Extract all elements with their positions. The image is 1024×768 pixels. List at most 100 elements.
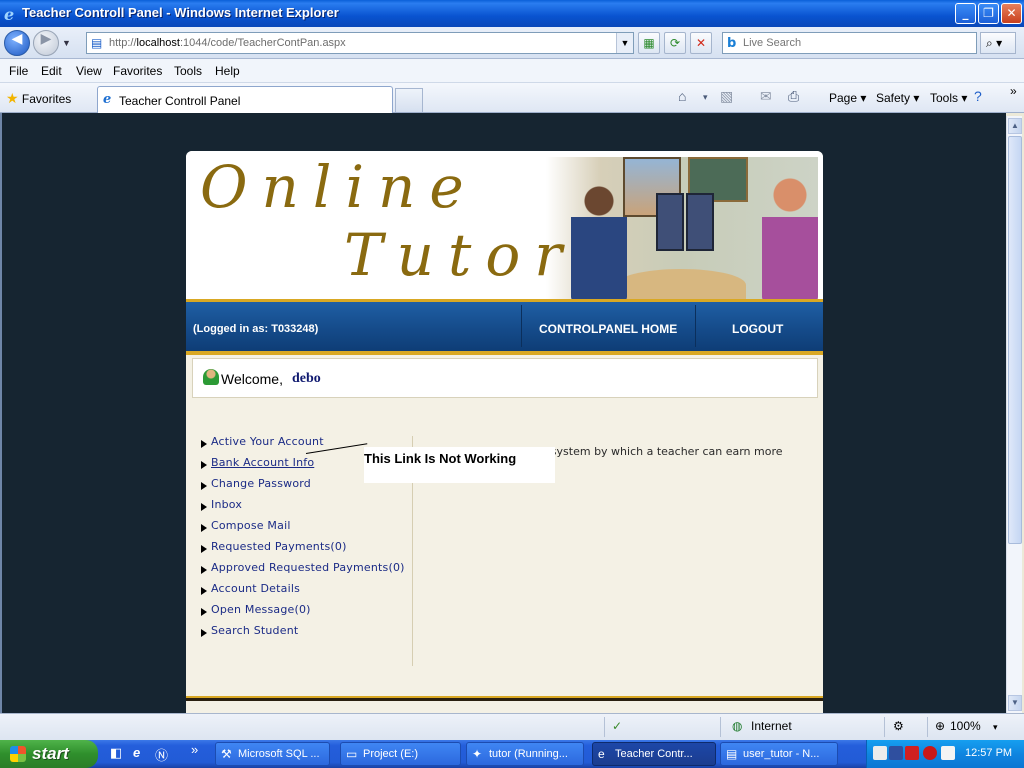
refresh-icon[interactable]: ⟳ [664, 32, 686, 54]
status-bar: ✓ ◍ Internet ⚙ ⊕ 100% ▾ [0, 713, 1024, 740]
print-icon[interactable]: ⎙ [788, 88, 799, 105]
quicklaunch-ie-icon[interactable]: e [133, 745, 140, 760]
feeds-icon[interactable]: ▧ [720, 88, 733, 105]
tray-antivirus-icon[interactable] [905, 746, 919, 760]
zoom-icon[interactable]: ⊕ [935, 719, 945, 733]
back-button[interactable]: ◀ [4, 30, 30, 56]
ie-logo-icon: e [4, 5, 15, 24]
sidebar-item-inbox[interactable]: Inbox [200, 497, 414, 518]
desk-image [616, 269, 746, 301]
history-dropdown-icon[interactable]: ▼ [62, 38, 71, 48]
logout-link[interactable]: LOGOUT [732, 322, 783, 336]
address-dropdown-icon[interactable]: ▼ [616, 33, 633, 53]
search-box[interactable]: b [722, 32, 977, 54]
sidebar-item-account-details[interactable]: Account Details [200, 581, 414, 602]
close-button[interactable]: ✕ [1001, 3, 1022, 24]
windows-logo-icon [10, 746, 26, 762]
status-divider [927, 717, 928, 737]
status-divider [884, 717, 885, 737]
site-container: Online Tutor (Logged in as: T033248) CON… [186, 151, 823, 713]
taskbar-item-project[interactable]: ▭ Project (E:) [340, 742, 461, 766]
sidebar-item-compose-mail[interactable]: Compose Mail [200, 518, 414, 539]
address-toolbar: ◀ ▶ ▼ ▤ http://localhost:1044/code/Teach… [0, 27, 1024, 59]
zoom-dropdown-icon[interactable]: ▾ [993, 722, 998, 733]
star-icon: ★ [6, 90, 19, 106]
compatibility-view-icon[interactable]: ▦ [638, 32, 660, 54]
taskbar-item-user-tutor[interactable]: ▤ user_tutor - N... [720, 742, 838, 766]
search-button[interactable]: ⌕ ▾ [980, 32, 1016, 54]
system-tray: 12:57 PM [866, 740, 1024, 768]
tray-app-icon[interactable] [889, 746, 903, 760]
page-icon: ▤ [91, 36, 103, 50]
home-icon[interactable]: ⌂ [678, 88, 686, 104]
ie-tab-icon: e [103, 92, 112, 107]
menu-edit[interactable]: Edit [41, 64, 62, 78]
bullet-arrow-icon [201, 629, 207, 637]
quicklaunch-desktop-icon[interactable]: ◧ [110, 745, 122, 761]
home-dropdown-icon[interactable]: ▾ [703, 92, 708, 103]
annotation-text: This Link Is Not Working [364, 451, 517, 466]
logo-line-tutor: Tutor [344, 221, 576, 289]
scroll-up-icon[interactable]: ▲ [1008, 118, 1022, 134]
page-menu[interactable]: Page ▾ [829, 91, 866, 105]
menu-view[interactable]: View [76, 64, 102, 78]
bullet-arrow-icon [201, 440, 207, 448]
menu-favorites[interactable]: Favorites [113, 64, 162, 78]
welcome-label: Welcome, [221, 371, 283, 387]
welcome-box: Welcome, debo [192, 358, 818, 398]
taskbar-item-sql[interactable]: ⚒ Microsoft SQL ... [215, 742, 330, 766]
tab-label: Teacher Controll Panel [119, 94, 241, 108]
monitor-image [656, 193, 684, 251]
forward-button[interactable]: ▶ [33, 30, 59, 56]
quicklaunch-app-icon[interactable]: Ⓝ [155, 745, 168, 764]
tray-shield-icon[interactable] [923, 746, 937, 760]
vertical-scrollbar[interactable]: ▲ ▼ [1006, 116, 1022, 713]
sidebar-item-search-student[interactable]: Search Student [200, 623, 414, 644]
bullet-arrow-icon [201, 461, 207, 469]
tray-volume-icon[interactable] [941, 746, 955, 760]
live-search-icon: b [727, 36, 737, 51]
taskbar-item-tutor[interactable]: ✦ tutor (Running... [466, 742, 584, 766]
start-button[interactable]: start [0, 740, 98, 768]
tray-network-icon[interactable] [873, 746, 887, 760]
search-input[interactable] [743, 35, 968, 51]
help-icon[interactable]: ? [974, 88, 982, 104]
zoom-level[interactable]: 100% [950, 719, 981, 733]
start-label: start [32, 744, 69, 763]
nav-divider [695, 305, 696, 347]
window-title: Teacher Controll Panel - Windows Interne… [22, 5, 339, 20]
chevron-more-icon[interactable]: » [1010, 84, 1017, 98]
scroll-down-icon[interactable]: ▼ [1008, 695, 1022, 711]
tab-bar: ★ Favorites e Teacher Controll Panel ⌂ ▾… [0, 83, 1024, 113]
quicklaunch-more-icon[interactable]: » [191, 742, 198, 757]
sidebar-item-open-message[interactable]: Open Message(0) [200, 602, 414, 623]
minimize-button[interactable]: _ [955, 3, 976, 24]
safety-menu[interactable]: Safety ▾ [876, 91, 919, 105]
new-tab-button[interactable] [395, 88, 423, 112]
nav-divider [521, 305, 522, 347]
teacher-image [762, 173, 818, 301]
menu-tools[interactable]: Tools [174, 64, 202, 78]
controlpanel-home-link[interactable]: CONTROLPANEL HOME [539, 322, 677, 336]
taskbar-item-teacher-panel[interactable]: e Teacher Contr... [592, 742, 716, 766]
visual-studio-icon: ✦ [472, 747, 483, 761]
scroll-thumb[interactable] [1008, 136, 1022, 544]
favorites-button[interactable]: ★ Favorites [6, 90, 71, 107]
address-bar[interactable]: ▤ http://localhost:1044/code/TeacherCont… [86, 32, 634, 54]
mail-icon[interactable]: ✉ [760, 88, 772, 105]
monitor-image [686, 193, 714, 251]
menu-file[interactable]: File [9, 64, 28, 78]
stop-icon[interactable]: ✕ [690, 32, 712, 54]
tab-teacher-panel[interactable]: e Teacher Controll Panel [97, 86, 393, 113]
address-url[interactable]: http://localhost:1044/code/TeacherContPa… [109, 37, 346, 49]
sidebar-item-requested-payments[interactable]: Requested Payments(0) [200, 539, 414, 560]
page-viewport: Online Tutor (Logged in as: T033248) CON… [0, 113, 1006, 713]
globe-icon: ◍ [732, 719, 743, 733]
taskbar-clock[interactable]: 12:57 PM [965, 747, 1012, 759]
protected-mode-icon[interactable]: ⚙ [893, 719, 904, 733]
welcome-username: debo [292, 371, 321, 386]
sidebar-item-approved-payments[interactable]: Approved Requested Payments(0) [200, 560, 414, 581]
maximize-button[interactable]: ❐ [978, 3, 999, 24]
menu-help[interactable]: Help [215, 64, 240, 78]
tools-menu[interactable]: Tools ▾ [930, 91, 967, 105]
